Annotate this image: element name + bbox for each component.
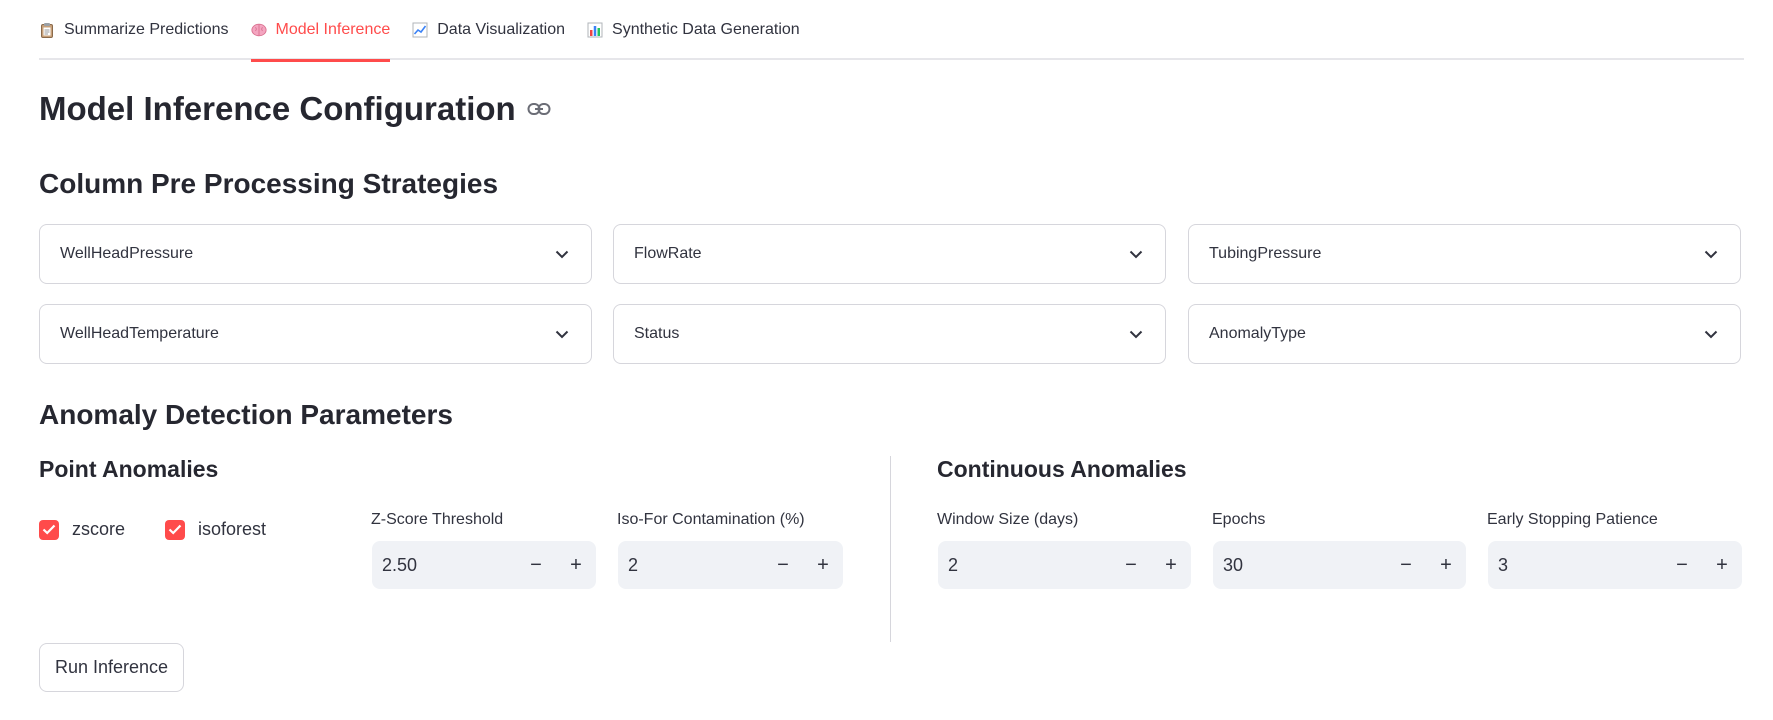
window-size-label: Window Size (days) xyxy=(937,511,1079,528)
checkbox-checked-icon xyxy=(165,519,185,540)
chevron-down-icon xyxy=(553,245,571,263)
checkbox-label: isoforest xyxy=(198,519,267,539)
select-tubingpressure[interactable]: TubingPressure xyxy=(1188,224,1741,284)
tab-label: Synthetic Data Generation xyxy=(612,21,800,38)
decrement-button[interactable]: − xyxy=(1662,541,1702,589)
patience-input[interactable]: 3 − + xyxy=(1488,541,1742,589)
bar-chart-icon xyxy=(587,22,603,38)
increment-button[interactable]: + xyxy=(1702,541,1742,589)
select-wellheadpressure[interactable]: WellHeadPressure xyxy=(39,224,592,284)
brain-icon xyxy=(250,22,267,38)
line-chart-icon xyxy=(412,22,428,38)
patience-label: Early Stopping Patience xyxy=(1487,511,1658,528)
epochs-input[interactable]: 30 − + xyxy=(1213,541,1466,589)
run-inference-button[interactable]: Run Inference xyxy=(39,643,185,692)
chevron-down-icon xyxy=(1702,245,1720,263)
point-anomalies-heading: Point Anomalies xyxy=(39,456,219,482)
input-value[interactable]: 30 xyxy=(1213,555,1386,576)
select-value: WellHeadTemperature xyxy=(60,325,219,342)
decrement-button[interactable]: − xyxy=(516,541,556,589)
tab-label: Data Visualization xyxy=(437,21,566,38)
link-icon[interactable] xyxy=(526,96,552,122)
increment-button[interactable]: + xyxy=(803,541,843,589)
clipboard-icon xyxy=(39,22,55,38)
input-value[interactable]: 3 xyxy=(1488,555,1662,576)
chevron-down-icon xyxy=(1127,325,1145,343)
increment-button[interactable]: + xyxy=(1426,541,1466,589)
tab-label: Model Inference xyxy=(275,21,391,38)
tab-bar: Summarize Predictions Model Inference Da… xyxy=(39,0,1744,62)
window-size-input[interactable]: 2 − + xyxy=(938,541,1191,589)
chevron-down-icon xyxy=(1702,325,1720,343)
select-value: Status xyxy=(634,325,680,342)
tab-label: Summarize Predictions xyxy=(64,21,229,38)
input-value[interactable]: 2 xyxy=(938,555,1111,576)
zscore-threshold-input[interactable]: 2.50 − + xyxy=(372,541,596,589)
page-title: Model Inference Configuration xyxy=(39,90,552,128)
isofor-contamination-label: Iso-For Contamination (%) xyxy=(617,511,805,528)
checkbox-isoforest[interactable]: isoforest xyxy=(165,519,266,540)
tab-summarize-predictions[interactable]: Summarize Predictions xyxy=(39,0,229,60)
epochs-label: Epochs xyxy=(1212,511,1266,528)
increment-button[interactable]: + xyxy=(1151,541,1191,589)
select-value: FlowRate xyxy=(634,245,702,262)
isofor-contamination-input[interactable]: 2 − + xyxy=(618,541,843,589)
select-flowrate[interactable]: FlowRate xyxy=(613,224,1166,284)
tab-model-inference[interactable]: Model Inference xyxy=(250,0,391,62)
select-anomalytype[interactable]: AnomalyType xyxy=(1188,304,1741,364)
decrement-button[interactable]: − xyxy=(763,541,803,589)
increment-button[interactable]: + xyxy=(556,541,596,589)
select-value: WellHeadPressure xyxy=(60,245,194,262)
tab-synthetic-data-generation[interactable]: Synthetic Data Generation xyxy=(587,0,800,60)
select-value: AnomalyType xyxy=(1209,325,1306,342)
preprocessing-heading: Column Pre Processing Strategies xyxy=(39,168,499,199)
checkbox-label: zscore xyxy=(72,519,126,539)
input-value[interactable]: 2.50 xyxy=(372,555,516,576)
continuous-anomalies-heading: Continuous Anomalies xyxy=(937,456,1187,482)
checkbox-zscore[interactable]: zscore xyxy=(39,519,125,540)
anomaly-heading: Anomaly Detection Parameters xyxy=(39,399,453,430)
select-wellheadtemperature[interactable]: WellHeadTemperature xyxy=(39,304,592,364)
select-value: TubingPressure xyxy=(1209,245,1322,262)
chevron-down-icon xyxy=(1127,245,1145,263)
select-status[interactable]: Status xyxy=(613,304,1166,364)
checkbox-checked-icon xyxy=(39,519,59,540)
column-divider xyxy=(890,456,891,642)
decrement-button[interactable]: − xyxy=(1111,541,1151,589)
chevron-down-icon xyxy=(553,325,571,343)
decrement-button[interactable]: − xyxy=(1386,541,1426,589)
zscore-threshold-label: Z-Score Threshold xyxy=(371,511,504,528)
input-value[interactable]: 2 xyxy=(618,555,763,576)
tab-data-visualization[interactable]: Data Visualization xyxy=(412,0,565,60)
page-title-text: Model Inference Configuration xyxy=(39,90,516,127)
